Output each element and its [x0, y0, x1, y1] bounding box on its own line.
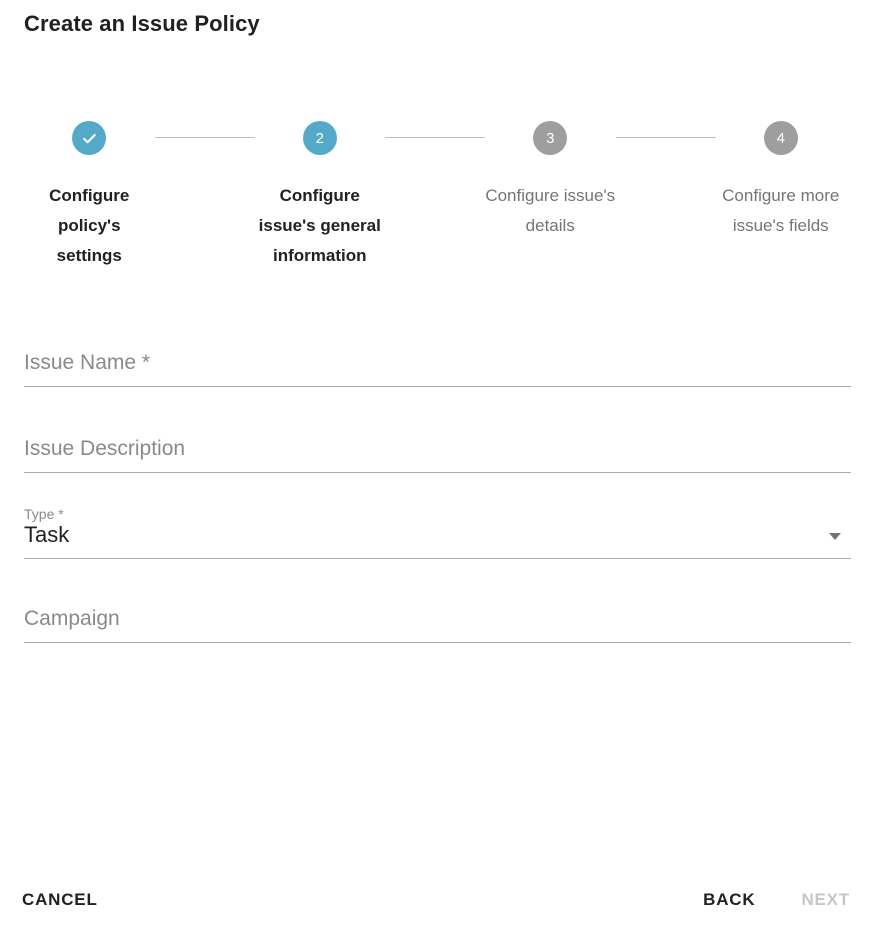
next-button[interactable]: NEXT: [791, 883, 860, 917]
cancel-button[interactable]: CANCEL: [12, 883, 108, 917]
type-select[interactable]: Type * Task: [24, 505, 851, 559]
step-3-indicator: 3: [533, 121, 568, 155]
chevron-down-icon[interactable]: [829, 533, 841, 540]
step-4-indicator: 4: [763, 121, 798, 155]
issue-description-field[interactable]: Issue Description: [24, 419, 851, 473]
step-1-label: Configure policy's settings: [49, 186, 130, 265]
step-3-label: Configure issue's details: [485, 186, 616, 235]
page-title: Create an Issue Policy: [24, 11, 260, 36]
stepper: Configure policy's settings 2 Configure …: [24, 108, 846, 271]
step-connector-2-3: [385, 137, 485, 138]
stepper-step-3[interactable]: 3 Configure issue's details: [485, 108, 616, 241]
dialog-actions-right: BACK NEXT: [693, 883, 860, 917]
dialog-actions: CANCEL BACK NEXT: [0, 882, 870, 918]
issue-general-information-form: Issue Name * Issue Description Type * Ta…: [24, 333, 851, 643]
stepper-step-4[interactable]: 4 Configure more issue's fields: [716, 108, 847, 241]
create-issue-policy-dialog: Create an Issue Policy Configure policy'…: [0, 0, 870, 932]
step-connector-3-4: [615, 137, 716, 138]
type-selected-value: Task: [24, 522, 70, 547]
issue-name-field[interactable]: Issue Name *: [24, 333, 851, 387]
back-button[interactable]: BACK: [693, 883, 765, 917]
step-2-label: Configure issue's general information: [258, 186, 381, 265]
stepper-step-1[interactable]: Configure policy's settings: [24, 108, 155, 271]
check-icon: [80, 129, 99, 148]
step-2-indicator: 2: [302, 121, 337, 155]
stepper-step-2[interactable]: 2 Configure issue's general information: [255, 108, 386, 271]
issue-name-placeholder: Issue Name *: [24, 351, 151, 374]
issue-description-placeholder: Issue Description: [24, 437, 186, 460]
campaign-placeholder: Campaign: [24, 607, 120, 630]
step-4-label: Configure more issue's fields: [722, 186, 840, 235]
step-1-indicator: [72, 121, 107, 155]
campaign-field[interactable]: Campaign: [24, 589, 851, 643]
type-label: Type *: [24, 506, 64, 522]
step-connector-1-2: [154, 137, 255, 138]
dialog-actions-left: CANCEL: [12, 883, 108, 917]
